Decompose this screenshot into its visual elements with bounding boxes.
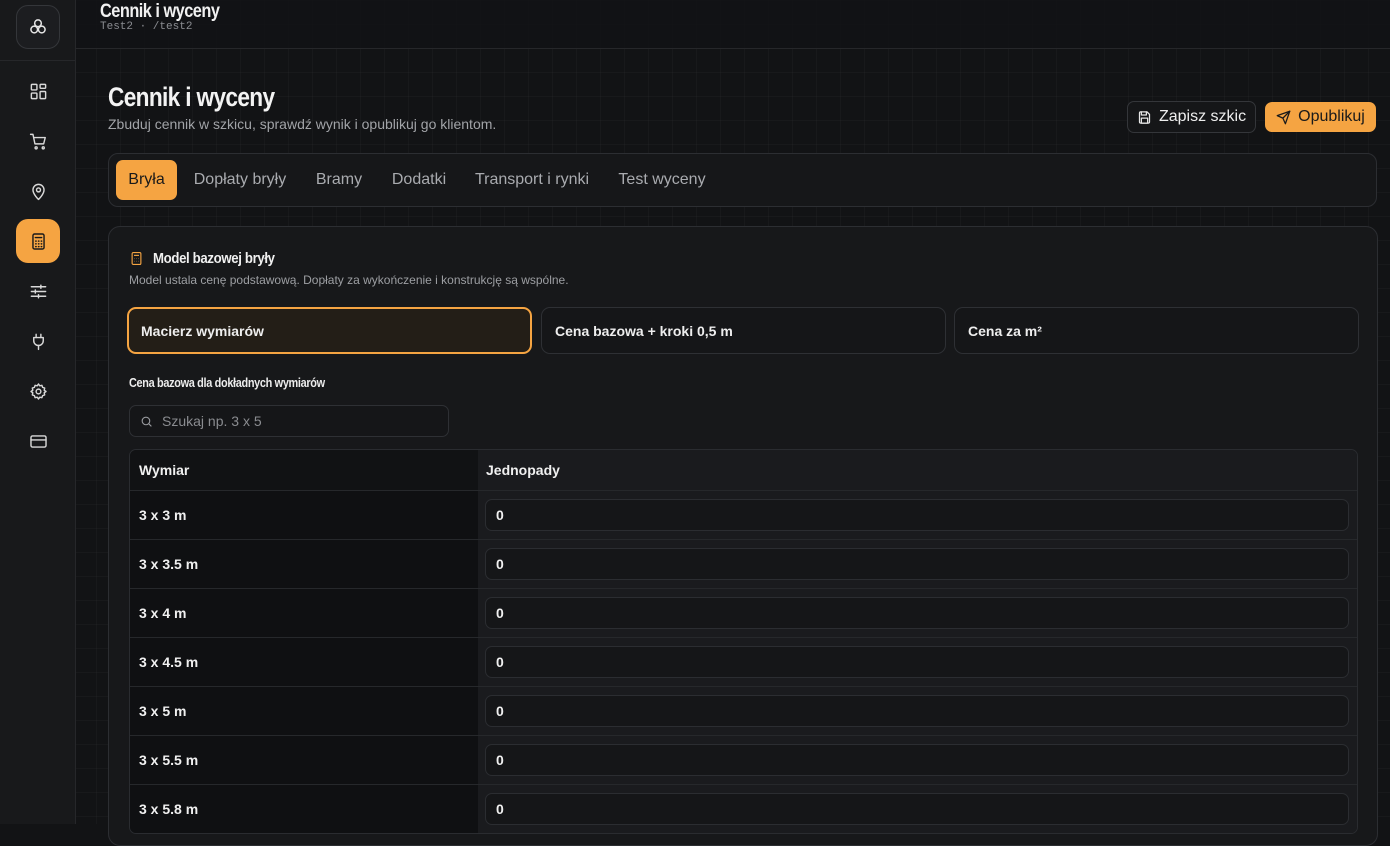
calculator-icon <box>31 232 45 250</box>
credit-card-icon <box>29 434 47 448</box>
map-pin-icon <box>31 183 45 200</box>
card-header: Model bazowej bryły <box>129 250 291 267</box>
page-title: Cennik i wyceny <box>108 82 275 112</box>
table-row: 3 x 3.5 m <box>130 539 1357 588</box>
table-row: 3 x 5.8 m <box>130 784 1357 833</box>
column-header-dimension: Wymiar <box>130 450 478 490</box>
sidebar-item-billing[interactable] <box>16 419 60 463</box>
tab-bryla[interactable]: Bryła <box>116 160 177 200</box>
app-logo[interactable] <box>16 5 60 49</box>
sidebar-item-settings[interactable] <box>16 369 60 413</box>
model-option-matrix[interactable]: Macierz wymiarów <box>127 307 532 354</box>
page-subtitle: Zbuduj cennik w szkicu, sprawdź wynik i … <box>108 116 497 132</box>
send-icon <box>1276 110 1291 124</box>
search-input[interactable] <box>162 413 422 429</box>
publish-button[interactable]: Opublikuj <box>1265 102 1376 132</box>
price-input[interactable] <box>485 499 1349 531</box>
price-input[interactable] <box>485 744 1349 776</box>
model-option-base-steps[interactable]: Cena bazowa + kroki 0,5 m <box>541 307 946 354</box>
column-header-jednopady: Jednopady <box>478 450 1357 490</box>
calculator-icon <box>131 252 142 265</box>
top-bar: Cennik i wyceny Test2 · /test2 <box>76 0 1390 49</box>
sidebar-item-pricing[interactable] <box>16 219 60 263</box>
plug-icon <box>32 333 44 350</box>
cart-icon <box>29 133 46 150</box>
sidebar-item-dashboard[interactable] <box>16 69 60 113</box>
dimension-cell: 3 x 5.8 m <box>130 785 478 833</box>
price-matrix-table: Wymiar Jednopady 3 x 3 m 3 x 3.5 m 3 x 4… <box>129 449 1358 834</box>
save-draft-button[interactable]: Zapisz szkic <box>1127 101 1256 133</box>
section-label: Cena bazowa dla dokładnych wymiarów <box>129 375 325 390</box>
card-subtitle: Model ustala cenę podstawową. Dopłaty za… <box>129 273 569 287</box>
breadcrumb: Test2 · /test2 <box>100 21 193 33</box>
sidebar-item-locations[interactable] <box>16 169 60 213</box>
model-card: Model bazowej bryły Model ustala cenę po… <box>108 226 1378 846</box>
save-draft-label: Zapisz szkic <box>1158 108 1247 125</box>
price-input[interactable] <box>485 695 1349 727</box>
table-row: 3 x 5.5 m <box>130 735 1357 784</box>
dimension-cell: 3 x 3 m <box>130 491 478 539</box>
search-icon <box>141 416 152 427</box>
clover-icon <box>30 19 46 34</box>
sidebar-item-configurator[interactable] <box>16 269 60 313</box>
table-row: 3 x 5 m <box>130 686 1357 735</box>
tab-transport-i-rynki[interactable]: Transport i rynki <box>466 160 598 200</box>
dimension-cell: 3 x 4 m <box>130 589 478 637</box>
dimension-cell: 3 x 5.5 m <box>130 736 478 784</box>
sidebar-divider <box>0 60 76 61</box>
table-row: 3 x 4.5 m <box>130 637 1357 686</box>
table-row: 3 x 3 m <box>130 490 1357 539</box>
card-title: Model bazowej bryły <box>153 250 275 267</box>
sidebar <box>0 0 76 824</box>
search-box <box>129 405 449 437</box>
tab-bar: Bryła Dopłaty bryły Bramy Dodatki Transp… <box>108 153 1377 207</box>
tab-bramy[interactable]: Bramy <box>306 160 372 200</box>
save-icon <box>1138 110 1151 124</box>
dimension-cell: 3 x 4.5 m <box>130 638 478 686</box>
sliders-icon <box>30 283 46 299</box>
sidebar-item-orders[interactable] <box>16 119 60 163</box>
gear-icon <box>29 382 47 400</box>
dimension-cell: 3 x 3.5 m <box>130 540 478 588</box>
model-option-per-sqm[interactable]: Cena za m² <box>954 307 1359 354</box>
top-bar-title: Cennik i wyceny <box>100 1 220 22</box>
table-header-row: Wymiar Jednopady <box>130 450 1357 490</box>
publish-label: Opublikuj <box>1298 108 1365 125</box>
price-input[interactable] <box>485 793 1349 825</box>
price-input[interactable] <box>485 646 1349 678</box>
dimension-cell: 3 x 5 m <box>130 687 478 735</box>
grid-icon <box>30 83 46 99</box>
price-input[interactable] <box>485 548 1349 580</box>
tab-dodatki[interactable]: Dodatki <box>382 160 456 200</box>
tab-test-wyceny[interactable]: Test wyceny <box>609 160 715 200</box>
sidebar-item-integrations[interactable] <box>16 319 60 363</box>
tab-doplaty-bryly[interactable]: Dopłaty bryły <box>186 160 294 200</box>
table-row: 3 x 4 m <box>130 588 1357 637</box>
price-input[interactable] <box>485 597 1349 629</box>
